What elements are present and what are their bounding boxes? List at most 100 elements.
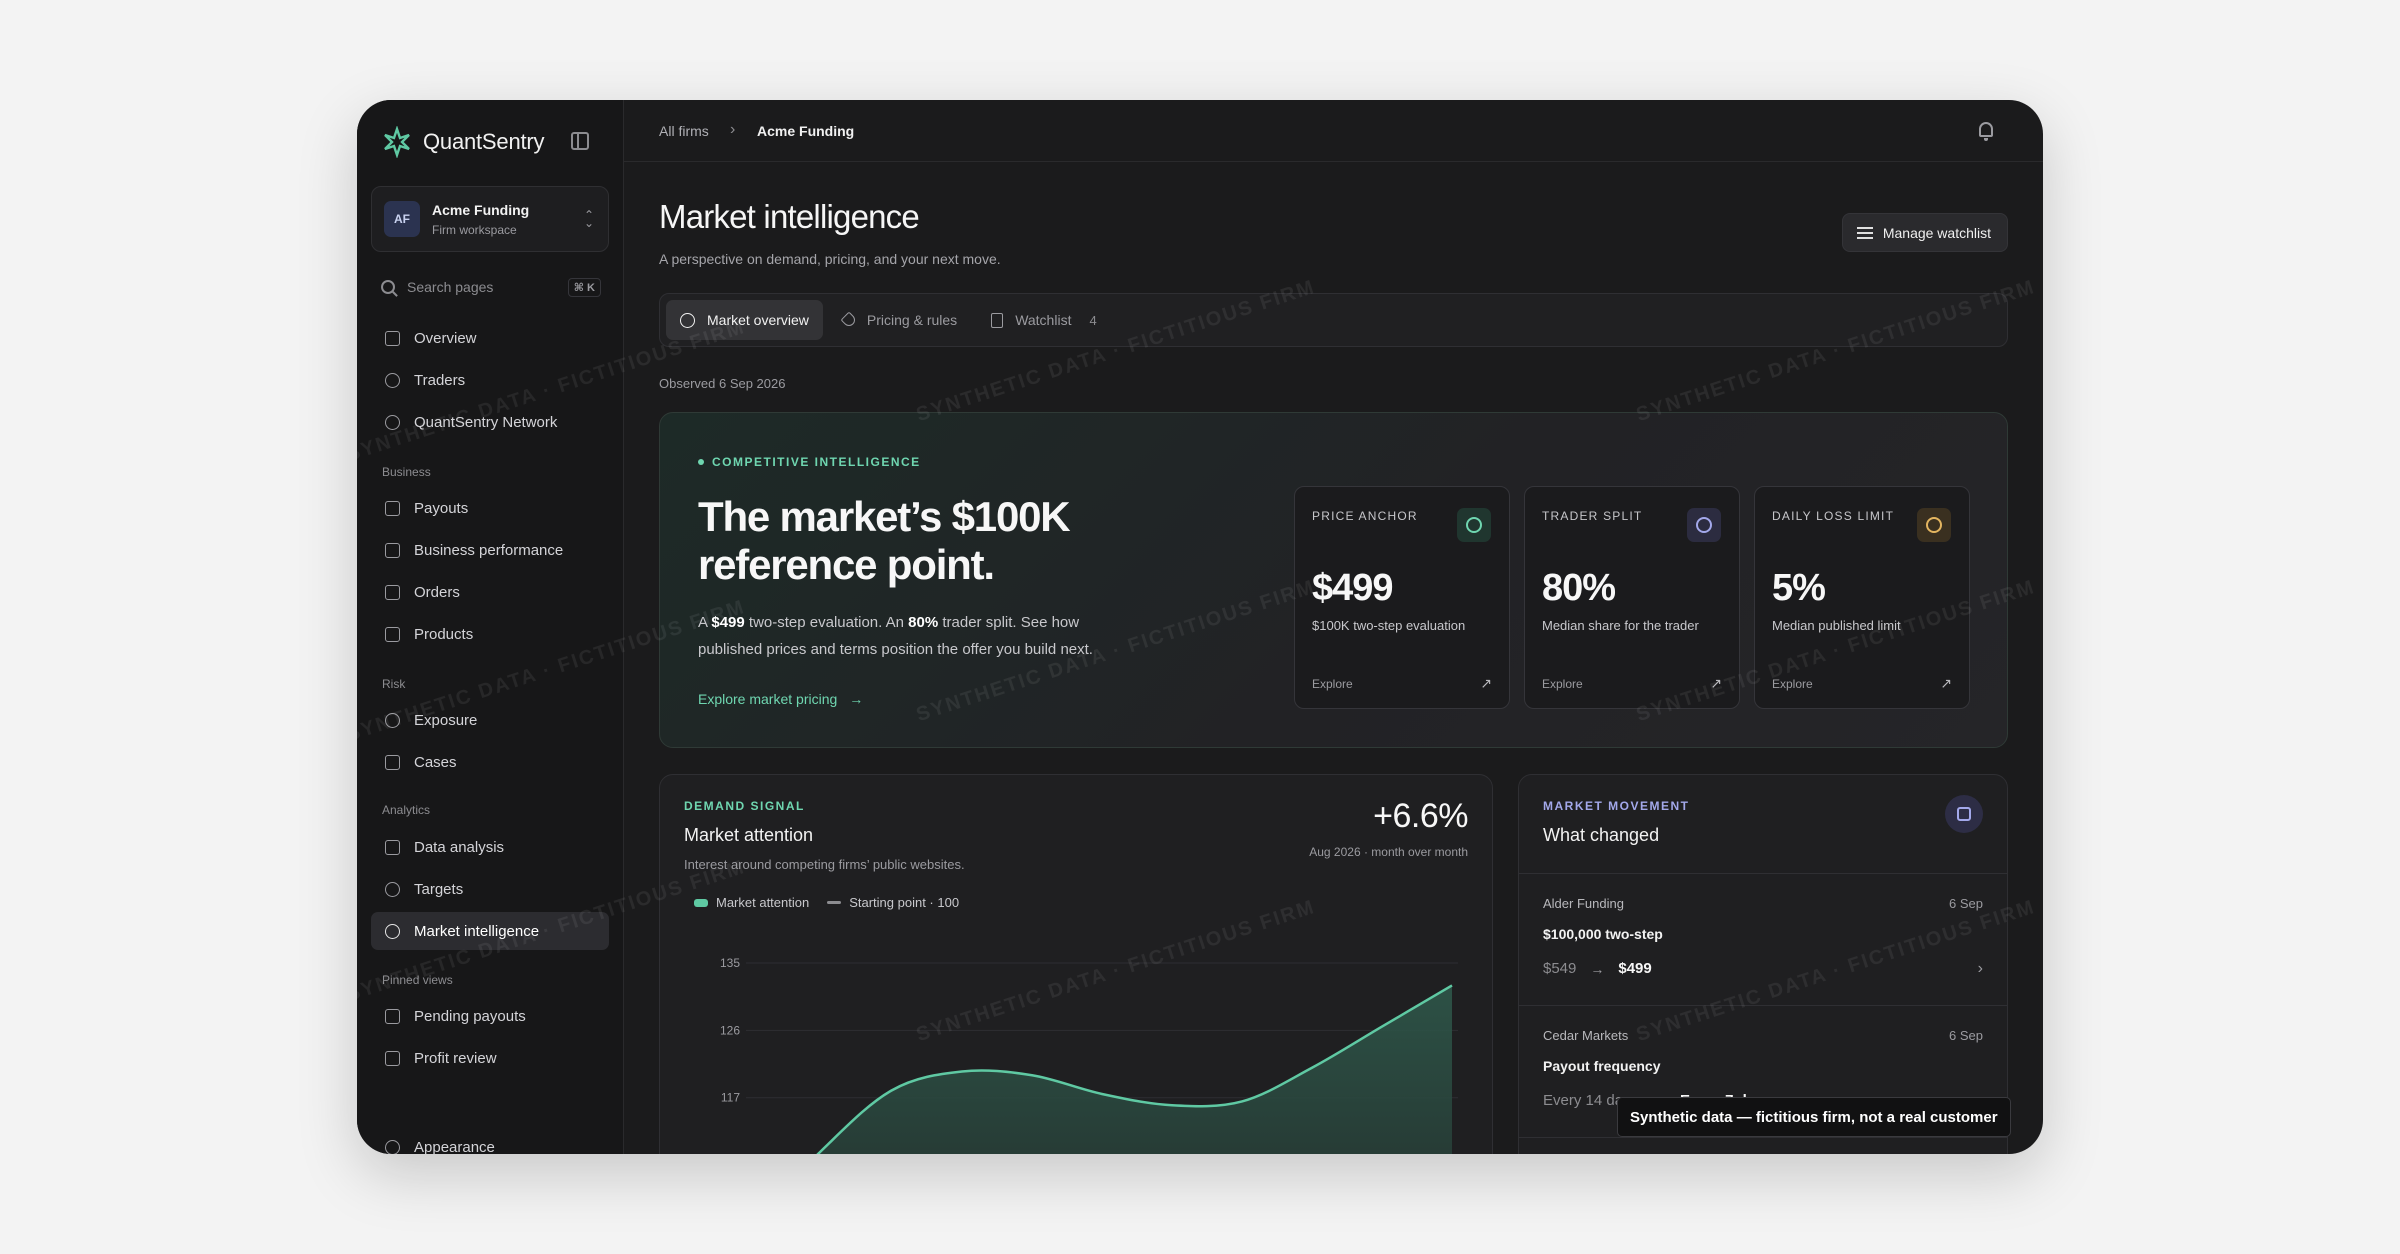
sidebar-item-orders[interactable]: Orders xyxy=(371,573,609,611)
shield-icon xyxy=(1917,508,1951,542)
nav-section-business: Business xyxy=(382,465,431,479)
main-content: All firms › Acme Funding Market intellig… xyxy=(624,100,2043,1154)
legend-series-label: Market attention xyxy=(716,895,810,910)
market-attention-area xyxy=(818,985,1452,1154)
demand-change: +6.6% xyxy=(1373,797,1468,835)
wallet-icon xyxy=(385,500,400,516)
movement-old-value: $549 xyxy=(1543,960,1577,977)
quantsentry-logo-icon xyxy=(384,126,410,158)
stat-card-daily-loss-limit[interactable]: DAILY LOSS LIMIT 5% Median published lim… xyxy=(1754,486,1970,709)
tab-label: Pricing & rules xyxy=(866,312,958,328)
hero-description: A $499 two-step evaluation. An 80% trade… xyxy=(698,609,1128,663)
hero-desc-text: two-step evaluation. An xyxy=(744,614,909,631)
tab-market-overview[interactable]: Market overview xyxy=(666,300,823,340)
sidebar-item-pending-payouts[interactable]: Pending payouts xyxy=(371,997,609,1035)
nav-section-pinned: Pinned views xyxy=(382,973,453,987)
grid-icon xyxy=(385,330,400,346)
explore-market-pricing-link[interactable]: Explore market pricing → xyxy=(698,691,863,707)
dollar-icon xyxy=(1457,508,1491,542)
workspace-switcher[interactable]: AF Acme Funding Firm workspace ⌃ ⌄ xyxy=(371,186,609,252)
network-icon xyxy=(385,414,400,430)
stat-sub: $100K two-step evaluation xyxy=(1312,618,1466,633)
sidebar-item-label: Market intelligence xyxy=(414,922,540,940)
chevron-right-icon: › xyxy=(1977,960,1983,977)
gauge-icon xyxy=(1687,508,1721,542)
hero-eyebrow: COMPETITIVE INTELLIGENCE xyxy=(698,455,921,469)
manage-watchlist-label: Manage watchlist xyxy=(1882,224,1991,241)
sidebar-item-payouts[interactable]: Payouts xyxy=(371,489,609,527)
brand[interactable]: QuantSentry xyxy=(381,122,545,162)
demand-title: Market attention xyxy=(684,825,814,845)
sliders-icon xyxy=(1856,226,1873,239)
line-chart-icon xyxy=(385,839,400,855)
sidebar-item-label: Pending payouts xyxy=(414,1007,526,1025)
movement-item[interactable] xyxy=(1519,1137,2007,1154)
page-title: Market intelligence xyxy=(659,198,920,235)
explore-link-label: Explore market pricing xyxy=(698,691,838,707)
sidebar-item-products[interactable]: Products xyxy=(371,615,609,653)
stat-sub: Median share for the trader xyxy=(1542,618,1699,633)
legend-series: Market attention xyxy=(694,895,809,910)
stat-card-price-anchor[interactable]: PRICE ANCHOR $499 $100K two-step evaluat… xyxy=(1294,486,1510,709)
sidebar-item-label: Traders xyxy=(414,371,466,389)
observed-date: Observed 6 Sep 2026 xyxy=(659,376,786,391)
demand-eyebrow: DEMAND SIGNAL xyxy=(684,799,805,813)
movement-item[interactable]: Alder Funding 6 Sep $100,000 two-step $5… xyxy=(1519,873,2007,1005)
bookmark-icon xyxy=(385,1050,400,1066)
globe-icon xyxy=(385,923,400,939)
sidebar-collapse-icon[interactable] xyxy=(571,132,589,150)
sidebar-item-appearance[interactable]: Appearance xyxy=(371,1128,609,1154)
shield-icon xyxy=(385,754,400,770)
sidebar-item-label: Payouts xyxy=(414,499,469,517)
sidebar-item-exposure[interactable]: Exposure xyxy=(371,701,609,739)
sidebar-item-network[interactable]: QuantSentry Network xyxy=(371,403,609,441)
sidebar-item-label: Products xyxy=(414,625,474,643)
hero-desc-split: 80% xyxy=(908,614,939,631)
sidebar-item-targets[interactable]: Targets xyxy=(371,870,609,908)
tab-watchlist[interactable]: Watchlist 4 xyxy=(977,300,1111,340)
bookmark-icon xyxy=(385,1008,400,1024)
nav-section-analytics: Analytics xyxy=(382,803,431,817)
movement-date: 6 Sep xyxy=(1949,1028,1983,1043)
sidebar-item-label: QuantSentry Network xyxy=(414,413,558,431)
sidebar-item-overview[interactable]: Overview xyxy=(371,319,609,357)
sidebar-item-business-performance[interactable]: Business performance xyxy=(371,531,609,569)
gauge-icon xyxy=(385,712,400,728)
stat-value: $499 xyxy=(1312,567,1394,609)
app-window: QuantSentry AF Acme Funding Firm workspa… xyxy=(357,100,2043,1154)
movement-new-value: $499 xyxy=(1618,960,1652,977)
trend-icon xyxy=(385,542,400,558)
breadcrumb-all-firms[interactable]: All firms xyxy=(659,123,709,139)
stat-label: DAILY LOSS LIMIT xyxy=(1772,509,1895,523)
sidebar-item-profit-review[interactable]: Profit review xyxy=(371,1039,609,1077)
sidebar-item-label: Targets xyxy=(414,880,464,898)
manage-watchlist-button[interactable]: Manage watchlist xyxy=(1841,213,2008,252)
sidebar-item-traders[interactable]: Traders xyxy=(371,361,609,399)
tab-pricing-rules[interactable]: Pricing & rules xyxy=(829,300,971,340)
nav-section-risk: Risk xyxy=(382,677,406,691)
legend-baseline: Starting point · 100 xyxy=(827,895,959,910)
sidebar-item-label: Overview xyxy=(414,329,477,347)
users-icon xyxy=(385,372,400,388)
hero-desc-text: A xyxy=(698,614,712,631)
stat-value: 5% xyxy=(1772,567,1826,609)
tab-label: Market overview xyxy=(707,312,809,328)
workspace-name: Acme Funding xyxy=(432,201,530,218)
competitive-intelligence-card: COMPETITIVE INTELLIGENCE The market’s $1… xyxy=(659,412,2008,748)
sidebar-item-data-analysis[interactable]: Data analysis xyxy=(371,828,609,866)
movement-firm: Cedar Markets xyxy=(1543,1028,1629,1043)
y-tick-label: 126 xyxy=(720,1023,740,1037)
sidebar-item-market-intelligence[interactable]: Market intelligence xyxy=(371,912,609,950)
sidebar-item-cases[interactable]: Cases xyxy=(371,743,609,781)
arrow-right-icon: → xyxy=(849,691,864,707)
y-tick-label: 135 xyxy=(720,956,740,970)
topbar: All firms › Acme Funding xyxy=(624,100,2043,162)
legend-baseline-label: Starting point · 100 xyxy=(849,895,960,910)
bell-icon[interactable] xyxy=(1979,122,1993,141)
chevron-right-icon: › xyxy=(730,121,736,138)
receipt-icon xyxy=(385,584,400,600)
stat-card-trader-split[interactable]: TRADER SPLIT 80% Median share for the tr… xyxy=(1524,486,1740,709)
arrow-up-right-icon: ↗ xyxy=(1940,675,1952,691)
arrow-up-right-icon: ↗ xyxy=(1710,675,1722,691)
search-pages[interactable]: Search pages ⌘ K xyxy=(381,276,601,298)
